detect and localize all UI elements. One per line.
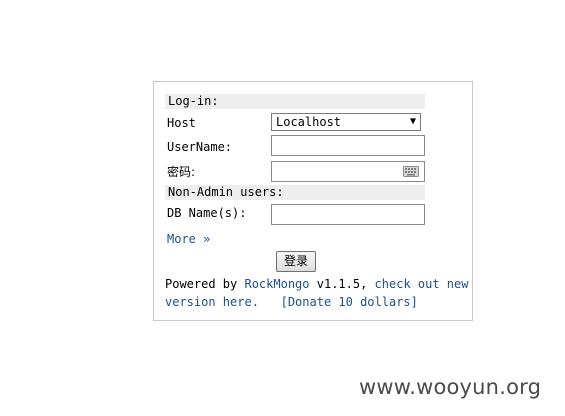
footer-line-2: version here. [Donate 10 dollars] [165, 294, 418, 310]
host-select-value: Localhost [276, 115, 342, 129]
username-label: UserName: [167, 140, 233, 154]
host-select[interactable]: Localhost ▼ [271, 113, 421, 131]
check-new-version-link-cont[interactable]: version here. [165, 295, 259, 309]
rockmongo-link[interactable]: RockMongo [244, 277, 309, 291]
footer-line-1: Powered by RockMongo v1.1.5, check out n… [165, 276, 468, 292]
donate-link[interactable]: [Donate 10 dollars] [281, 295, 418, 309]
more-link[interactable]: More » [167, 231, 210, 247]
login-section-header: Log-in: [165, 94, 425, 109]
password-input[interactable] [271, 161, 425, 182]
non-admin-section-header: Non-Admin users: [165, 185, 425, 200]
username-input[interactable] [271, 135, 425, 156]
watermark: www.wooyun.org [359, 375, 542, 399]
version-text: v1.1.5, [309, 277, 375, 291]
password-label: 密码: [167, 165, 196, 179]
triangle-down-icon: ▼ [409, 116, 416, 127]
footer-spacer [259, 295, 281, 309]
check-new-version-link[interactable]: check out new [375, 277, 469, 291]
powered-by-text: Powered by [165, 277, 245, 291]
login-button[interactable]: 登录 [276, 251, 316, 272]
dbname-label: DB Name(s): [167, 206, 247, 220]
keyboard-icon[interactable] [403, 166, 419, 177]
host-label: Host [167, 116, 196, 130]
dbname-input[interactable] [271, 204, 425, 225]
